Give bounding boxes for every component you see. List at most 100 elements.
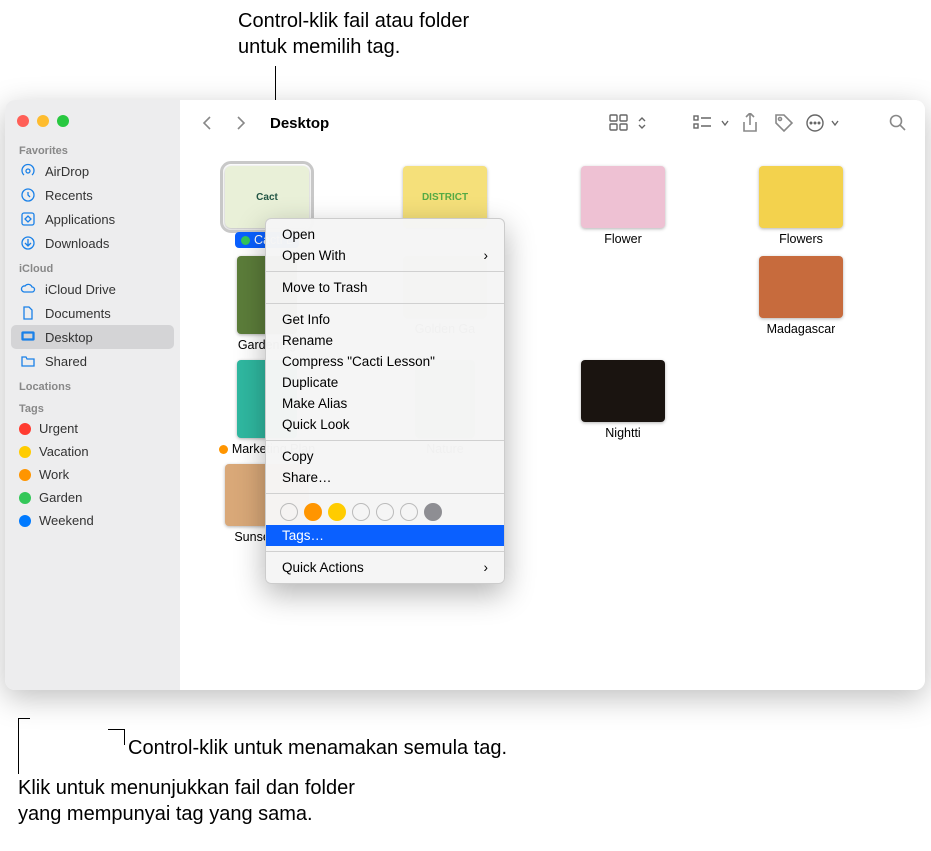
recents-icon [19,187,37,203]
file-thumbnail [759,256,843,318]
callout-line [108,729,124,730]
menu-item-tags[interactable]: Tags… [266,525,504,546]
tag-dot-icon [241,236,250,245]
callout-top: Control-klik fail atau folder untuk memi… [238,8,469,60]
context-menu: OpenOpen With› Move to Trash Get InfoRenam… [265,218,505,584]
minimize-button[interactable] [37,115,49,127]
sidebar-item-label: Applications [45,212,115,227]
view-switcher[interactable] [609,114,647,132]
sidebar-item-label: Work [39,467,69,482]
menu-item-share-[interactable]: Share… [266,467,504,488]
window-controls [5,108,180,137]
more-button[interactable] [805,113,839,133]
sidebar-item-label: Documents [45,306,111,321]
menu-separator [266,271,504,272]
sidebar-item-label: Vacation [39,444,89,459]
sidebar-item-label: Urgent [39,421,78,436]
file-thumbnail [581,166,665,228]
menu-item-quick-look[interactable]: Quick Look [266,414,504,435]
menu-item-make-alias[interactable]: Make Alias [266,393,504,414]
file-item[interactable]: Madagascar [720,256,882,352]
tag-dot-icon [219,445,228,454]
tag-color-swatch[interactable] [304,503,322,521]
share-button[interactable] [737,112,763,134]
tag-dot-icon [19,492,31,504]
tag-dot-icon [19,446,31,458]
tag-color-swatch[interactable] [424,503,442,521]
sidebar-item-recents[interactable]: Recents [5,183,180,207]
sidebar-header-locations: Locations [5,373,180,395]
sidebar-item-airdrop[interactable]: AirDrop [5,159,180,183]
menu-item-rename[interactable]: Rename [266,330,504,351]
apps-icon [19,211,37,227]
sidebar-tag-work[interactable]: Work [5,463,180,486]
sidebar-tag-garden[interactable]: Garden [5,486,180,509]
file-thumbnail [581,360,665,422]
file-item[interactable]: Nightti [542,360,704,456]
doc-icon [19,305,37,321]
search-button[interactable] [885,112,911,134]
file-label: Madagascar [767,322,836,336]
menu-item-move-to-trash[interactable]: Move to Trash [266,277,504,298]
sidebar-item-applications[interactable]: Applications [5,207,180,231]
desktop-icon [19,329,37,345]
sidebar-header-tags: Tags [5,395,180,417]
zoom-button[interactable] [57,115,69,127]
tag-color-swatch[interactable] [328,503,346,521]
menu-item-open-with[interactable]: Open With› [266,245,504,266]
sidebar-item-shared[interactable]: Shared [5,349,180,373]
menu-separator [266,493,504,494]
callout-bot: Klik untuk menunjukkan fail dan folder y… [18,775,355,827]
sidebar-tag-urgent[interactable]: Urgent [5,417,180,440]
sidebar-item-label: Desktop [45,330,93,345]
menu-item-duplicate[interactable]: Duplicate [266,372,504,393]
finder-window: Favorites AirDrop Recents Applications Down… [5,100,925,690]
sidebar-item-downloads[interactable]: Downloads [5,231,180,255]
menu-item-copy[interactable]: Copy [266,446,504,467]
file-thumbnail [759,166,843,228]
sidebar-item-documents[interactable]: Documents [5,301,180,325]
forward-button[interactable] [228,112,254,134]
menu-separator [266,440,504,441]
tag-color-swatch[interactable] [376,503,394,521]
sidebar-tag-weekend[interactable]: Weekend [5,509,180,532]
sidebar-item-label: Weekend [39,513,94,528]
airdrop-icon [19,163,37,179]
sidebar: Favorites AirDrop Recents Applications Down… [5,100,180,690]
sidebar-item-label: Shared [45,354,87,369]
tags-button[interactable] [771,112,797,134]
tag-dot-icon [19,515,31,527]
back-button[interactable] [194,112,220,134]
window-title: Desktop [270,115,329,132]
file-item[interactable]: Flowers [720,166,882,248]
shared-icon [19,353,37,369]
file-label: Nightti [605,426,640,440]
sidebar-item-icloud-drive[interactable]: iCloud Drive [5,277,180,301]
menu-separator [266,551,504,552]
tag-dot-icon [19,423,31,435]
downloads-icon [19,235,37,251]
menu-item-get-info[interactable]: Get Info [266,309,504,330]
tag-color-swatch[interactable] [352,503,370,521]
callout-line [124,729,125,745]
tag-color-swatch[interactable] [280,503,298,521]
chevron-right-icon: › [484,560,489,575]
menu-tag-colors [266,499,504,525]
menu-item-open[interactable]: Open [266,224,504,245]
callout-line [18,718,30,719]
menu-item-compress-cacti-lesson-[interactable]: Compress "Cacti Lesson" [266,351,504,372]
sidebar-item-desktop[interactable]: Desktop [11,325,174,349]
close-button[interactable] [17,115,29,127]
sidebar-header-icloud: iCloud [5,255,180,277]
group-button[interactable] [693,115,729,131]
tag-color-swatch[interactable] [400,503,418,521]
sidebar-item-label: AirDrop [45,164,89,179]
menu-item-quick-actions[interactable]: Quick Actions› [266,557,504,578]
sidebar-tag-vacation[interactable]: Vacation [5,440,180,463]
callout-mid: Control-klik untuk menamakan semula tag. [128,735,507,761]
sidebar-header-favorites: Favorites [5,137,180,159]
file-label: Flowers [779,232,823,246]
sidebar-item-label: iCloud Drive [45,282,116,297]
chevron-right-icon: › [484,248,489,263]
file-item[interactable]: Flower [542,166,704,248]
